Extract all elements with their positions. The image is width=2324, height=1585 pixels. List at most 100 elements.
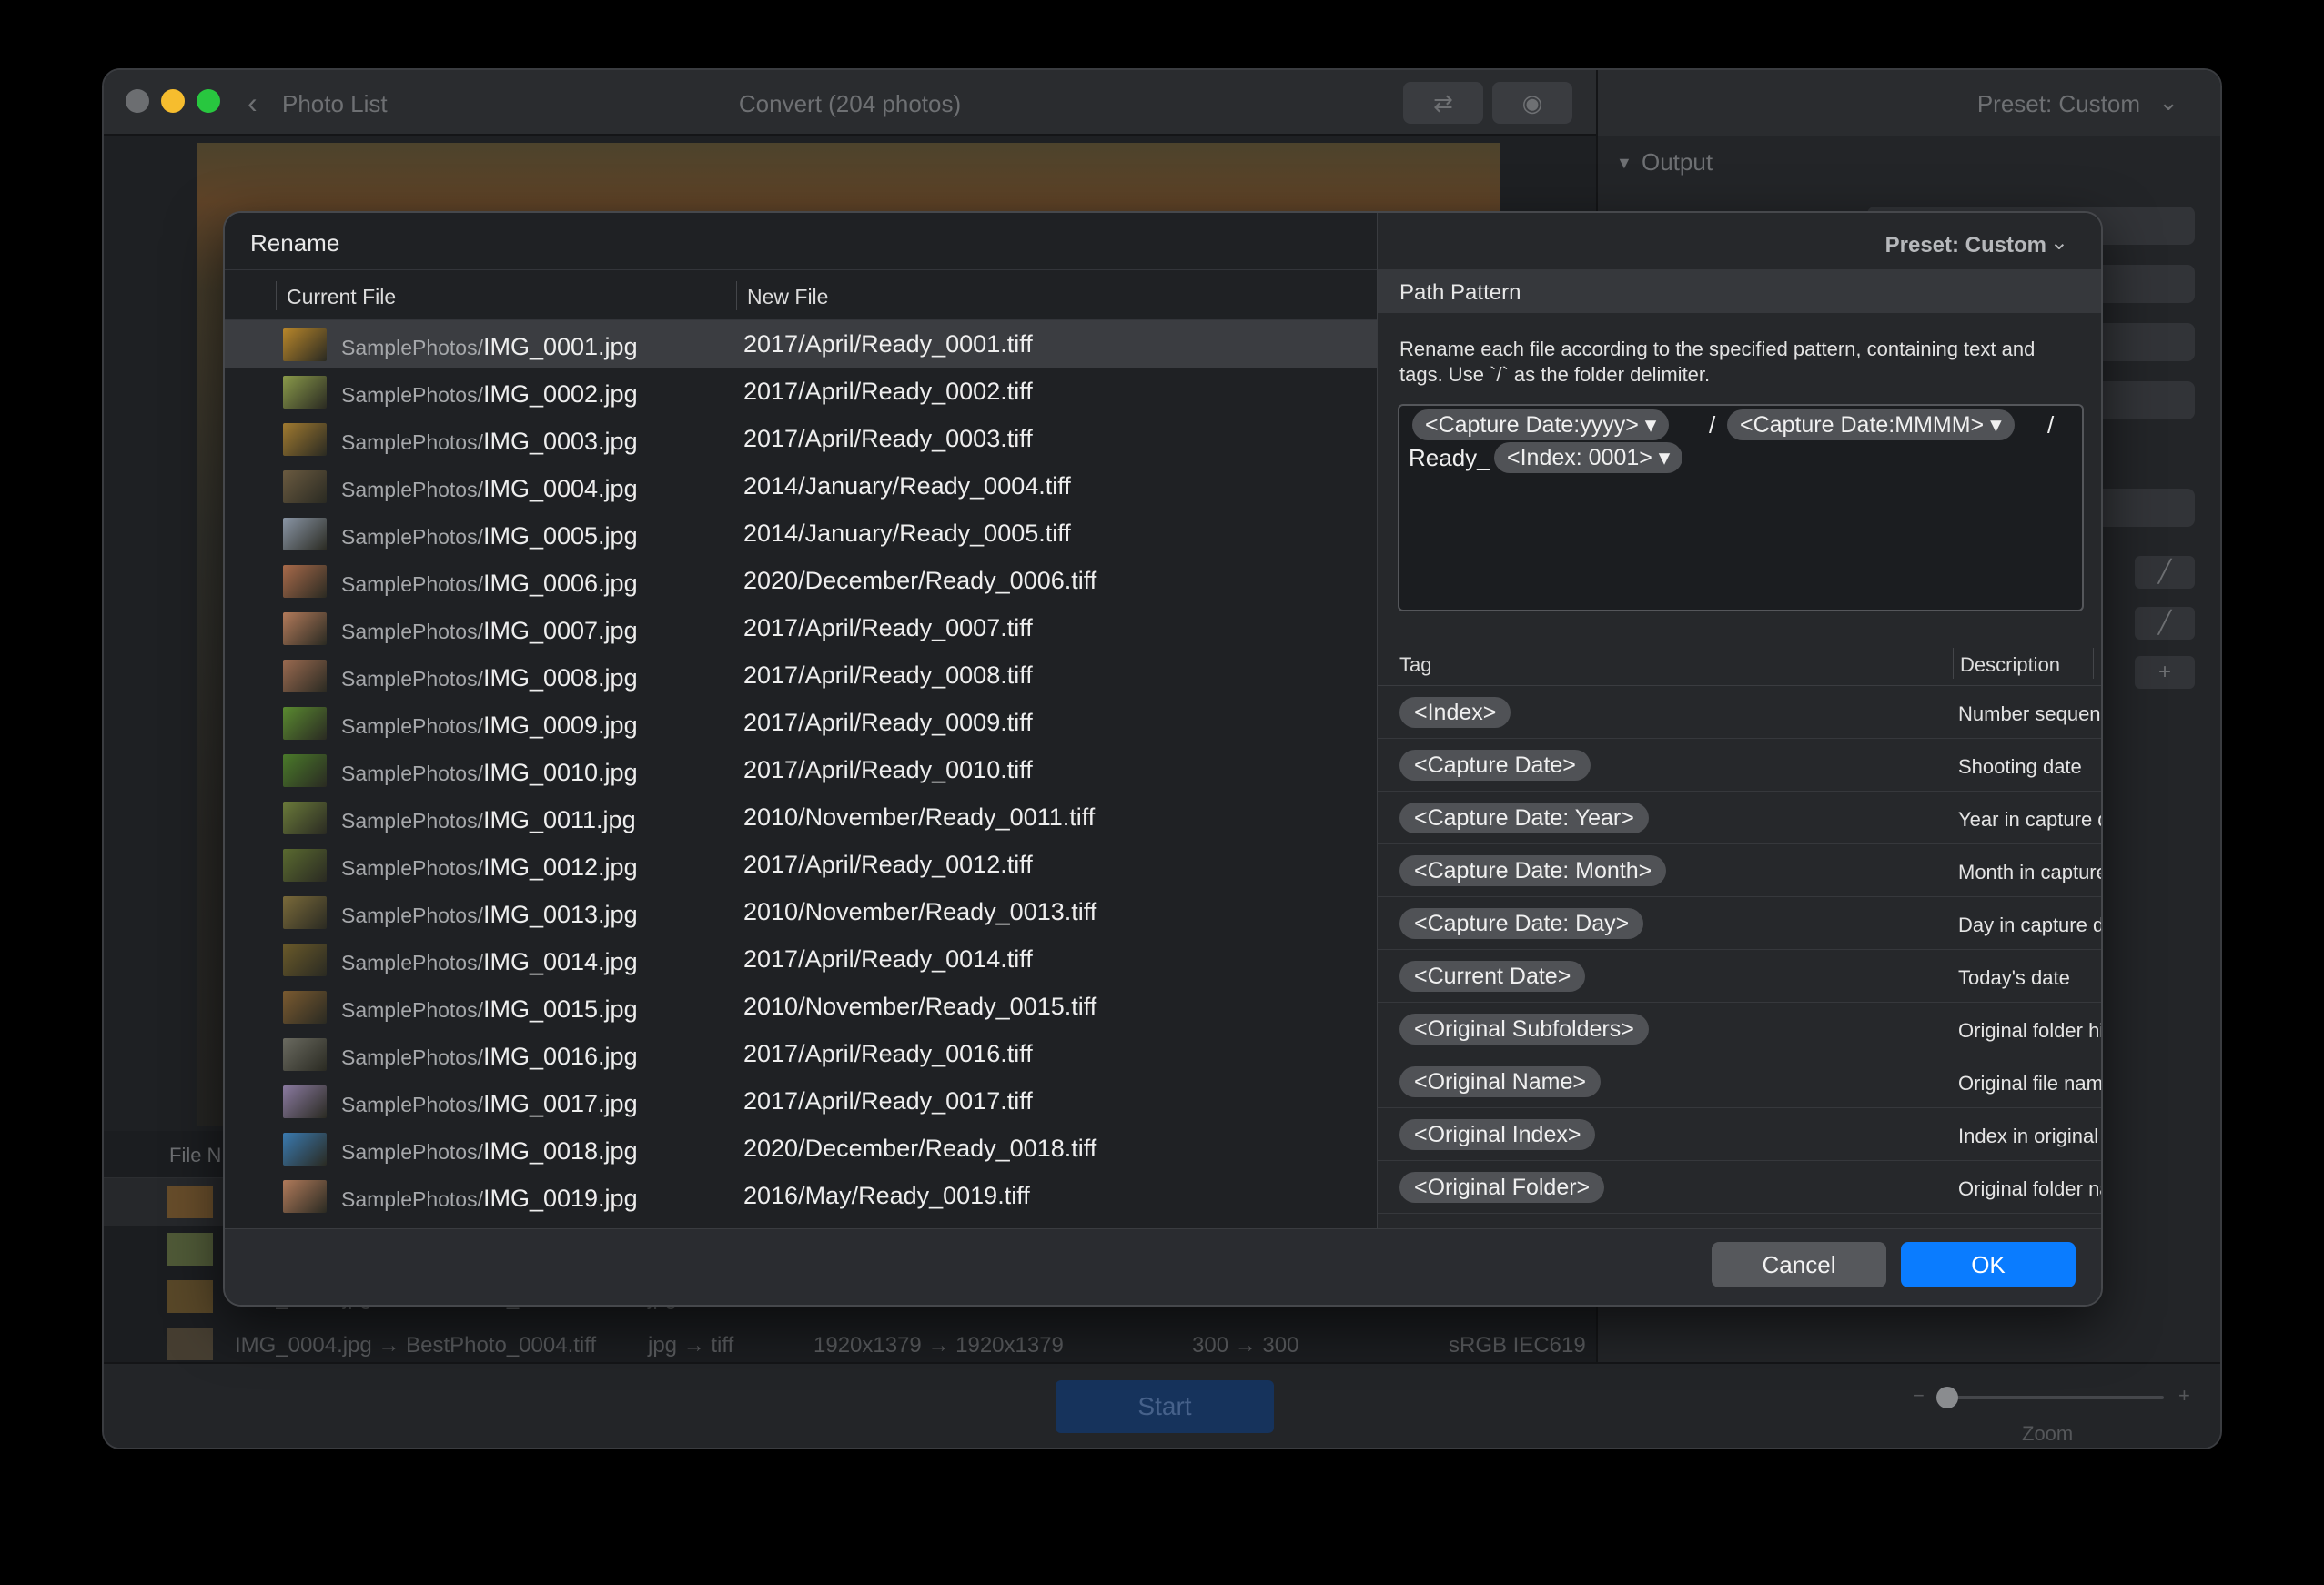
start-button[interactable]: Start [1056,1380,1274,1433]
cancel-button[interactable]: Cancel [1712,1242,1886,1287]
file-row[interactable]: SamplePhotos/IMG_0019.jpg 2016/May/Ready_… [225,1172,1377,1219]
description-column-header[interactable]: Description [1960,653,2060,677]
current-file-column-header[interactable]: Current File [287,285,396,309]
tag-token[interactable]: <Original Folder> [1399,1172,1605,1203]
eye-icon[interactable]: ◉ [1492,82,1572,124]
file-row[interactable]: SamplePhotos/IMG_0013.jpg 2010/November/R… [225,888,1377,935]
preset-selector[interactable]: Preset: Custom [1885,233,2046,258]
file-name: IMG_0001.jpg [482,333,638,360]
file-row[interactable]: SamplePhotos/IMG_0006.jpg 2020/December/R… [225,557,1377,604]
current-file-path: SamplePhotos/IMG_0010.jpg [341,759,638,787]
pattern-token-capture-year[interactable]: <Capture Date:yyyy> ▾ [1412,409,1670,440]
file-row[interactable]: SamplePhotos/IMG_0011.jpg 2010/November/R… [225,793,1377,841]
tag-token[interactable]: <Current Date> [1399,961,1586,992]
thumbnail [283,1038,327,1071]
tag-row[interactable]: <Capture Date: Year> Year in capture date [1378,792,2101,844]
new-file-path: 2010/November/Ready_0011.tiff [743,803,1096,831]
thumbnail [283,1180,327,1213]
file-row[interactable]: SamplePhotos/IMG_0018.jpg 2020/December/R… [225,1125,1377,1172]
file-row[interactable]: SamplePhotos/IMG_0001.jpg 2017/April/Read… [225,320,1377,368]
tag-row[interactable]: <Original Name> Original file name [1378,1055,2101,1108]
file-name: IMG_0010.jpg [482,759,638,786]
tag-token[interactable]: <Capture Date> [1399,750,1591,781]
folder-name: SamplePhotos/ [341,1187,483,1211]
chevron-down-icon[interactable]: ⌄ [2050,229,2068,256]
tag-token[interactable]: <Original Subfolders> [1399,1014,1649,1045]
tag-row[interactable]: <Capture Date: Day> Day in capture date [1378,897,2101,950]
add-icon[interactable]: + [2135,656,2195,689]
thumbnail [283,660,327,692]
file-row[interactable]: SamplePhotos/IMG_0017.jpg 2017/April/Read… [225,1077,1377,1125]
file-row[interactable]: SamplePhotos/IMG_0005.jpg 2014/January/Re… [225,510,1377,557]
folder-name: SamplePhotos/ [341,430,483,454]
thumbnail [283,1085,327,1118]
disclosure-triangle-icon[interactable]: ▼ [1616,154,1632,173]
file-row[interactable]: SamplePhotos/IMG_0014.jpg 2017/April/Read… [225,935,1377,983]
zoom-out-icon[interactable]: − [1913,1384,1925,1408]
tag-row[interactable]: <Original Subfolders> Original folder hie… [1378,1003,2101,1055]
tag-row[interactable]: <Current Date> Today's date [1378,950,2101,1003]
pattern-separator: / [1709,411,1716,439]
file-row[interactable]: SamplePhotos/IMG_0009.jpg 2017/April/Read… [225,699,1377,746]
current-file-path: SamplePhotos/IMG_0007.jpg [341,617,638,645]
pattern-editor[interactable]: <Capture Date:yyyy> ▾ / <Capture Date:MM… [1398,404,2084,611]
file-row[interactable]: SamplePhotos/IMG_0012.jpg 2017/April/Read… [225,841,1377,888]
thumbnail [283,944,327,976]
pattern-token-index[interactable]: <Index: 0001> ▾ [1494,442,1683,473]
file-row[interactable]: SamplePhotos/IMG_0015.jpg 2010/November/R… [225,983,1377,1030]
file-row[interactable]: SamplePhotos/IMG_0008.jpg 2017/April/Read… [225,651,1377,699]
chevron-down-icon[interactable]: ⌄ [2158,88,2178,116]
current-file-path: SamplePhotos/IMG_0004.jpg [341,475,638,503]
file-name: IMG_0005.jpg [482,522,638,550]
folder-name: SamplePhotos/ [341,998,483,1022]
file-name: IMG_0011.jpg [482,806,636,833]
new-file-column-header[interactable]: New File [747,285,828,309]
new-file-path: 2017/April/Ready_0008.tiff [743,661,1033,689]
table-row[interactable]: IMG_0004.jpg → BestPhoto_0004.tiff jpg →… [104,1320,1596,1368]
tag-token[interactable]: <Capture Date: Day> [1399,908,1644,939]
folder-name: SamplePhotos/ [341,714,483,738]
tag-token[interactable]: <Index> [1399,697,1511,728]
folder-name: SamplePhotos/ [341,1045,483,1069]
new-file-path: 2017/April/Ready_0017.tiff [743,1087,1033,1115]
thumbnail [283,612,327,645]
tag-row[interactable]: <Original Folder> Original folder name [1378,1161,2101,1214]
file-row[interactable]: SamplePhotos/IMG_0002.jpg 2017/April/Read… [225,368,1377,415]
title-bar: ‹ Photo List Convert (204 photos) ⇄ ◉ [104,70,1596,136]
current-file-path: SamplePhotos/IMG_0014.jpg [341,948,638,976]
tag-token[interactable]: <Original Name> [1399,1066,1601,1097]
zoom-in-icon[interactable]: + [2178,1384,2190,1408]
file-name-column-header[interactable]: File N [169,1144,221,1167]
current-file-path: SamplePhotos/IMG_0006.jpg [341,570,638,598]
folder-name: SamplePhotos/ [341,383,483,407]
file-row[interactable]: SamplePhotos/IMG_0004.jpg 2014/January/Re… [225,462,1377,510]
current-file-path: SamplePhotos/IMG_0003.jpg [341,428,638,456]
dialog-footer: Cancel OK [225,1228,2101,1305]
rename-dialog: Rename Current File New File SamplePhoto… [223,211,2103,1307]
tag-row[interactable]: <Capture Date> Shooting date [1378,739,2101,792]
tag-token[interactable]: <Capture Date: Year> [1399,803,1649,833]
file-row[interactable]: SamplePhotos/IMG_0010.jpg 2017/April/Read… [225,746,1377,793]
tag-row[interactable]: <Capture Date: Month> Month in capture da… [1378,844,2101,897]
zoom-slider[interactable] [1949,1396,2164,1399]
tag-token[interactable]: <Original Index> [1399,1119,1596,1150]
output-section-label[interactable]: Output [1642,148,1713,177]
file-name: IMG_0017.jpg [482,1090,638,1117]
tag-row[interactable]: <Index> Number sequence [1378,686,2101,739]
ok-button[interactable]: OK [1901,1242,2076,1287]
zoom-slider-handle[interactable] [1936,1387,1958,1408]
tag-column-header[interactable]: Tag [1399,653,1431,677]
tag-token[interactable]: <Capture Date: Month> [1399,855,1667,886]
file-row[interactable]: SamplePhotos/IMG_0007.jpg 2017/April/Read… [225,604,1377,651]
pattern-token-capture-month[interactable]: <Capture Date:MMMM> ▾ [1727,409,2015,440]
edit-icon[interactable]: ╱ [2135,607,2195,640]
file-name: IMG_0006.jpg [482,570,638,597]
tag-row[interactable]: <Original Index> Index in original file [1378,1108,2101,1161]
compare-icon[interactable]: ⇄ [1403,82,1483,124]
folder-name: SamplePhotos/ [341,1140,483,1164]
preset-selector[interactable]: Preset: Custom [1977,90,2140,118]
file-row[interactable]: SamplePhotos/IMG_0003.jpg 2017/April/Read… [225,415,1377,462]
file-row[interactable]: SamplePhotos/IMG_0016.jpg 2017/April/Read… [225,1030,1377,1077]
edit-icon[interactable]: ╱ [2135,556,2195,589]
file-name: IMG_0016.jpg [482,1043,638,1070]
